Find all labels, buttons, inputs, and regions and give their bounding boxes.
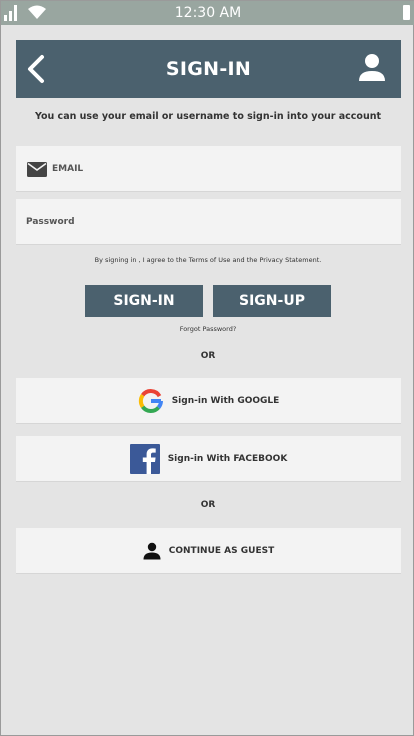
facebook-logo-icon [129,443,160,474]
subtitle-text: You can use your email or username to si… [34,111,382,122]
battery-icon [403,5,410,20]
email-field[interactable] [16,146,401,192]
user-icon [143,542,161,559]
email-input[interactable] [16,146,401,191]
facebook-signin-button[interactable]: Sign-in With FACEBOOK [16,436,401,482]
google-logo-icon [138,388,163,413]
profile-button[interactable] [357,53,387,83]
page-title: SIGN-IN [165,58,252,80]
guest-label: CONTINUE AS GUEST [168,545,275,556]
status-bar: 12:30 AM [1,1,414,25]
user-icon [359,54,385,81]
or-divider: OR [200,500,216,510]
google-signin-label: Sign-in With GOOGLE [171,395,280,406]
google-signin-button[interactable]: Sign-in With GOOGLE [16,378,401,424]
signup-button[interactable]: SIGN-UP [213,285,331,317]
or-divider: OR [200,351,216,361]
facebook-signin-label: Sign-in With FACEBOOK [167,453,288,464]
guest-button[interactable]: CONTINUE AS GUEST [16,528,401,574]
forgot-password-link[interactable]: Forgot Password? [1,325,414,333]
terms-text: By signing in , I agree to the Terms of … [94,256,322,264]
password-input[interactable] [16,199,401,244]
status-time: 12:30 AM [174,5,242,21]
header-bar: SIGN-IN [16,40,401,98]
password-field[interactable] [16,199,401,245]
signin-button[interactable]: SIGN-IN [85,285,203,317]
phone-frame: 12:30 AM SIGN-IN You can use your email … [0,0,414,736]
